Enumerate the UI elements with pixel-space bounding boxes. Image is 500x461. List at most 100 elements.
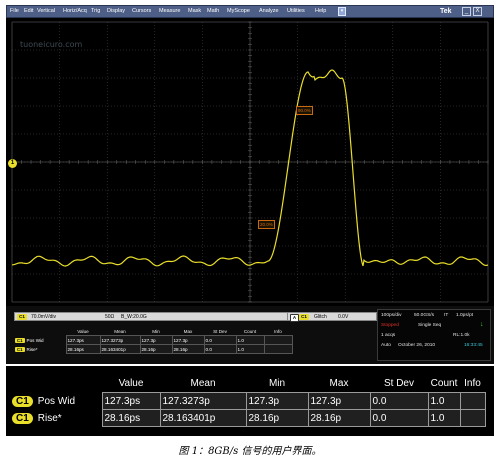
small-cell-mean: 127.3273p xyxy=(99,335,141,345)
trigger-badge: A xyxy=(290,314,299,322)
header-min: Min xyxy=(268,378,286,389)
small-cell-max: 127.3p xyxy=(171,335,205,345)
cell-max: 28.16p xyxy=(307,409,371,427)
menu-edit[interactable]: Edit xyxy=(24,6,33,17)
acq-sequence: Single Seq xyxy=(418,323,442,328)
small-cell-max: 28.16p xyxy=(171,344,205,354)
header-mean: Mean xyxy=(190,378,216,389)
small-header-count: Count xyxy=(243,328,257,334)
trigger-mode: Auto xyxy=(381,343,391,348)
small-header-info: Info xyxy=(274,328,282,334)
channel-badge: C1 xyxy=(12,395,33,407)
acquisition-mode: IT xyxy=(444,313,449,318)
menu-analyze[interactable]: Analyze xyxy=(259,6,279,17)
menu-measure[interactable]: Measure xyxy=(159,6,180,17)
channel-badge: C1 xyxy=(17,314,27,320)
small-cell-count: 1.0 xyxy=(235,335,265,345)
measurement-row-pos-wid[interactable]: C1 Pos Wid 127.3ps 127.3273p 127.3p 127.3… xyxy=(10,392,486,410)
run-status: Stopped xyxy=(381,323,399,328)
small-row-channel-badge: C1 xyxy=(15,337,25,343)
ref-level-90-label: 90.0% xyxy=(296,106,313,115)
waveform-display xyxy=(11,21,489,303)
menu-file[interactable]: File xyxy=(10,6,19,17)
small-cell-value: 127.3ps xyxy=(65,335,101,345)
small-cell-stdev: 0.0 xyxy=(203,335,237,345)
trigger-type: Glitch xyxy=(314,314,327,320)
small-row-channel-badge: C1 xyxy=(15,346,25,352)
menu-myscope[interactable]: MyScope xyxy=(227,6,250,17)
menu-dropdown-icon[interactable]: ▾ xyxy=(338,7,346,16)
header-count: Count xyxy=(430,378,458,389)
coupling: 50Ω xyxy=(105,314,115,320)
watermark: tuoneicuro.com xyxy=(20,40,83,49)
trigger-source-badge: C1 xyxy=(299,314,309,320)
measurement-row-rise[interactable]: C1 Rise* 28.16ps 28.163401p 28.16p 28.16p… xyxy=(10,409,486,427)
acq-count: 1 acqs xyxy=(381,333,396,338)
trigger-readout[interactable]: A C1 Glitch 0.0V xyxy=(287,312,377,322)
measurement-summary-small: Value Mean Min Max St Dev Count Info C1 P… xyxy=(14,327,293,354)
small-cell-info xyxy=(263,335,293,345)
menu-display[interactable]: Display xyxy=(107,6,125,17)
cell-info xyxy=(459,392,486,410)
small-cell-value: 28.16ps xyxy=(65,344,101,354)
oscilloscope-screen: tuoneicuro.com 90.0% 20.0% 1 xyxy=(6,18,494,306)
ref-level-20-label: 20.0% xyxy=(258,220,275,229)
sample-rate: 50.0GS/s xyxy=(414,313,434,318)
small-header-max: Max xyxy=(183,328,193,334)
record-length: RL:1.0k xyxy=(453,333,470,338)
cell-mean: 127.3273p xyxy=(159,392,247,410)
menu-help[interactable]: Help xyxy=(315,6,326,17)
cell-value: 28.16ps xyxy=(101,409,161,427)
small-cell-info xyxy=(263,344,293,354)
small-cell-mean: 28.163401p xyxy=(99,344,141,354)
cell-min: 28.16p xyxy=(245,409,309,427)
header-max: Max xyxy=(329,378,349,389)
channel-badge: C1 xyxy=(12,412,33,424)
cell-info xyxy=(459,409,486,427)
menu-math[interactable]: Math xyxy=(207,6,219,17)
cell-max: 127.3p xyxy=(307,392,371,410)
measurement-name: Rise* xyxy=(37,412,62,424)
menu-horiz-acq[interactable]: Horiz/Acq xyxy=(63,6,87,17)
small-cell-min: 28.16p xyxy=(139,344,173,354)
channel-readout[interactable]: C1 70.0mV/div 50Ω B_W:20.0G xyxy=(14,312,299,321)
small-row-pos-wid[interactable]: C1 Pos Wid 127.3ps 127.3273p 127.3p 127.3… xyxy=(14,335,293,345)
menu-cursors[interactable]: Cursors xyxy=(132,6,151,17)
menu-bar: File Edit Vertical Horiz/Acq Trig Displa… xyxy=(6,5,494,18)
small-row-name: Rise* xyxy=(26,346,38,352)
menu-mask[interactable]: Mask xyxy=(188,6,201,17)
date: October 26, 2010 xyxy=(398,343,436,348)
header-info: Info xyxy=(464,378,481,389)
small-header-mean: Mean xyxy=(114,328,126,334)
trigger-level: 0.0V xyxy=(338,314,349,320)
cell-stdev: 0.0 xyxy=(369,392,429,410)
figure-caption: 图 1：8GB/s 信号的用户界面。 xyxy=(178,446,322,457)
time: 16:33:45 xyxy=(464,343,483,348)
cell-count: 1.0 xyxy=(427,409,461,427)
header-value: Value xyxy=(118,378,144,389)
trigger-arrow-icon: ↓ xyxy=(480,321,484,328)
header-stdev: St Dev xyxy=(383,378,414,389)
menu-vertical[interactable]: Vertical xyxy=(37,6,55,17)
small-header-min: Min xyxy=(152,328,160,334)
cell-stdev: 0.0 xyxy=(369,409,429,427)
cell-value: 127.3ps xyxy=(101,392,161,410)
measurement-table: Value Mean Min Max St Dev Count Info C1 P… xyxy=(10,375,486,427)
small-header-value: Value xyxy=(77,328,89,334)
measurement-name: Pos Wid xyxy=(37,395,76,407)
menu-trig[interactable]: Trig xyxy=(91,6,100,17)
menu-utilities[interactable]: Utilities xyxy=(287,6,305,17)
cell-min: 127.3p xyxy=(245,392,309,410)
small-cell-stdev: 0.0 xyxy=(203,344,237,354)
brand-logo: Tek xyxy=(440,8,452,15)
cell-count: 1.0 xyxy=(427,392,461,410)
channel-1-level-marker[interactable]: 1 xyxy=(8,159,17,168)
small-header-stdev: St Dev xyxy=(213,328,227,334)
close-button[interactable]: X xyxy=(473,7,482,16)
small-row-name: Pos Wid xyxy=(26,337,44,343)
small-cell-min: 127.3p xyxy=(139,335,173,345)
cell-mean: 28.163401p xyxy=(159,409,247,427)
small-row-rise[interactable]: C1 Rise* 28.16ps 28.163401p 28.16p 28.16p… xyxy=(14,344,293,354)
timebase-panel[interactable]: 100ps/div 50.0GS/s IT 1.0ps/pt Stopped S… xyxy=(377,309,491,361)
minimize-button[interactable]: _ xyxy=(462,7,471,16)
